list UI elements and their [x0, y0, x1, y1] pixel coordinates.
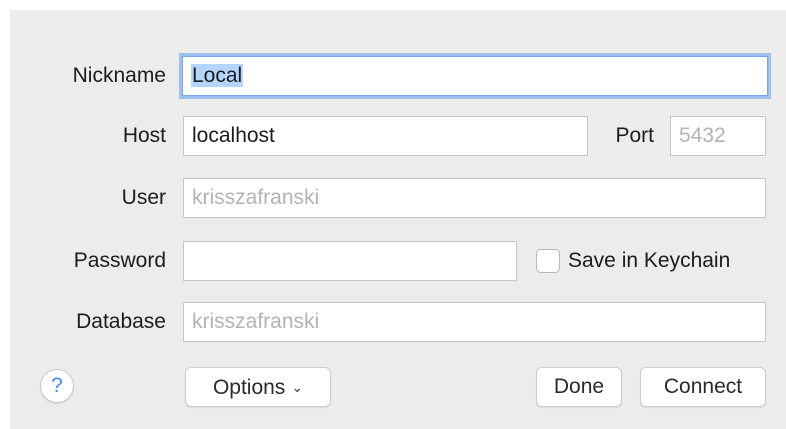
nickname-input[interactable]: Local	[182, 56, 768, 96]
password-label: Password	[73, 249, 166, 272]
options-button[interactable]: Options ⌄	[185, 367, 331, 407]
user-label: User	[121, 186, 166, 209]
host-input[interactable]: localhost	[183, 116, 588, 156]
done-button[interactable]: Done	[536, 367, 622, 407]
nickname-label: Nickname	[72, 64, 166, 87]
help-icon: ?	[51, 374, 63, 397]
port-input[interactable]: 5432	[670, 116, 766, 156]
port-label: Port	[615, 124, 654, 147]
database-input[interactable]: krisszafranski	[183, 302, 766, 342]
nickname-value: Local	[191, 64, 244, 87]
save-keychain-label[interactable]: Save in Keychain	[568, 241, 768, 281]
save-keychain-checkbox[interactable]	[536, 249, 560, 273]
user-input[interactable]: krisszafranski	[183, 178, 766, 218]
chevron-down-icon: ⌄	[291, 379, 304, 395]
database-label: Database	[76, 310, 166, 333]
host-label: Host	[122, 124, 166, 147]
password-input[interactable]	[183, 241, 517, 281]
connect-button[interactable]: Connect	[640, 367, 766, 407]
options-label: Options	[212, 376, 286, 399]
help-button[interactable]: ?	[40, 369, 74, 403]
